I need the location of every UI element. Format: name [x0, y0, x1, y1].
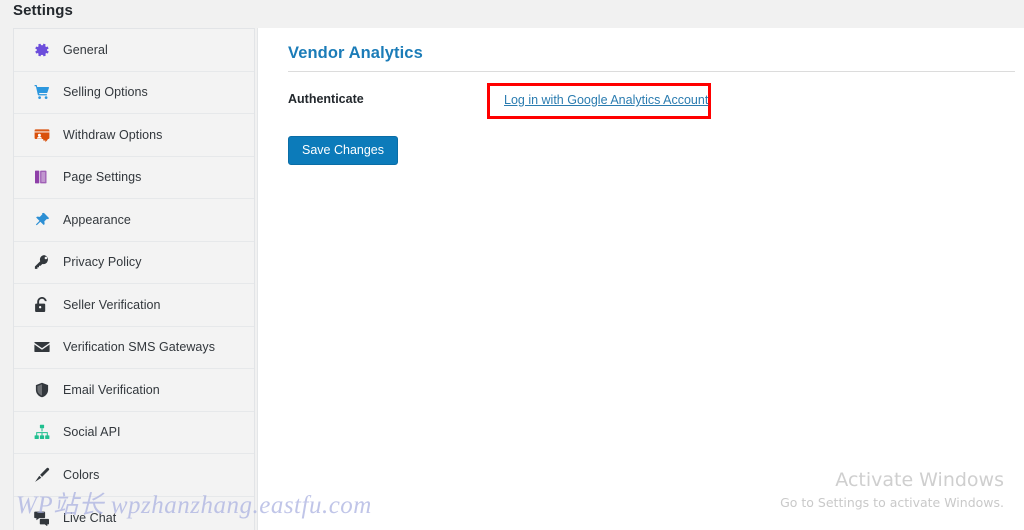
settings-sidebar: General Selling Options Withdraw Options Pa… [13, 28, 255, 530]
book-pages-icon [32, 167, 52, 187]
sidebar-item-general[interactable]: General [14, 29, 254, 72]
sidebar-item-label: Verification SMS Gateways [63, 340, 216, 355]
app-root: Settings General Selling Options Withdraw … [0, 0, 1024, 530]
sidebar-item-label: Withdraw Options [63, 127, 163, 142]
paintbrush-icon [32, 465, 52, 485]
activation-title: Activate Windows [835, 469, 1004, 491]
chat-bubbles-icon [32, 508, 52, 528]
sidebar-item-label: Live Chat [63, 510, 117, 525]
sidebar-item-label: Colors [63, 467, 100, 482]
save-changes-button[interactable]: Save Changes [288, 136, 399, 165]
sidebar-item-selling-options[interactable]: Selling Options [14, 71, 254, 114]
sidebar-item-colors[interactable]: Colors [14, 454, 254, 497]
sidebar-item-label: Selling Options [63, 85, 148, 100]
authenticate-field-row: Authenticate Log in with Google Analytic… [288, 83, 1015, 119]
section-title: Vendor Analytics [288, 44, 423, 62]
sidebar-item-seller-verification[interactable]: Seller Verification [14, 284, 254, 327]
settings-content-panel: Vendor Analytics Authenticate Log in wit… [257, 28, 1024, 530]
sidebar-item-label: Page Settings [63, 170, 142, 185]
sidebar-item-email-verification[interactable]: Email Verification [14, 369, 254, 412]
sidebar-item-label: General [63, 42, 108, 57]
sidebar-item-label: Appearance [63, 212, 131, 227]
sidebar-item-label: Seller Verification [63, 297, 161, 312]
sidebar-item-label: Privacy Policy [63, 255, 142, 270]
sidebar-item-social-api[interactable]: Social API [14, 411, 254, 454]
sidebar-item-withdraw-options[interactable]: Withdraw Options [14, 114, 254, 157]
authenticate-label: Authenticate [288, 92, 364, 106]
pushpin-icon [32, 210, 52, 230]
windows-activation-watermark: Activate Windows Go to Settings to activ… [780, 468, 1004, 512]
section-divider [288, 71, 1015, 72]
sidebar-item-page-settings[interactable]: Page Settings [14, 156, 254, 199]
shield-icon [32, 380, 52, 400]
sidebar-item-label: Email Verification [63, 382, 160, 397]
key-icon [32, 252, 52, 272]
lock-open-icon [32, 295, 52, 315]
sidebar-item-verification-sms-gateways[interactable]: Verification SMS Gateways [14, 326, 254, 369]
google-analytics-login-link[interactable]: Log in with Google Analytics Account [504, 93, 708, 107]
sidebar-item-privacy-policy[interactable]: Privacy Policy [14, 241, 254, 284]
sidebar-item-appearance[interactable]: Appearance [14, 199, 254, 242]
gear-icon [32, 40, 52, 60]
sidebar-item-live-chat[interactable]: Live Chat [14, 496, 254, 530]
withdraw-card-icon [32, 125, 52, 145]
shopping-cart-icon [32, 82, 52, 102]
envelope-icon [32, 337, 52, 357]
page-title: Settings [13, 2, 73, 19]
activation-subtitle: Go to Settings to activate Windows. [780, 495, 1004, 510]
sitemap-icon [32, 422, 52, 442]
sidebar-item-label: Social API [63, 425, 121, 440]
